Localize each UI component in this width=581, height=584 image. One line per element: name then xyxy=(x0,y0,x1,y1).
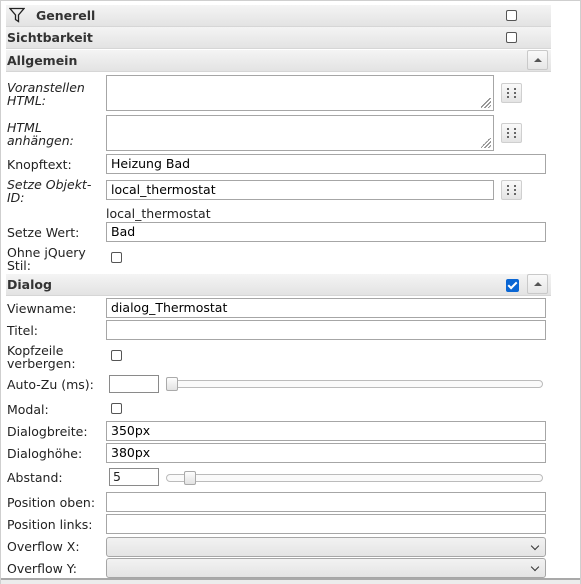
no-jquery-label: Ohne jQuery Stil: xyxy=(7,245,86,273)
collapse-button[interactable] xyxy=(527,50,548,70)
hide-header-checkbox[interactable] xyxy=(111,350,122,361)
section-sichtbarkeit[interactable]: Sichtbarkeit xyxy=(6,27,551,49)
edit-icon xyxy=(507,128,516,138)
bottom-divider xyxy=(1,578,580,584)
button-text-input[interactable]: Heizung Bad xyxy=(106,154,546,174)
section-dialog[interactable]: Dialog xyxy=(6,274,551,296)
viewname-input[interactable]: dialog_Thermostat xyxy=(106,298,546,318)
object-id-resolved-text: local_thermostat xyxy=(106,206,211,221)
dialog-width-input[interactable]: 350px xyxy=(106,421,546,441)
append-html-edit-button[interactable] xyxy=(501,123,522,143)
overflow-y-label: Overflow Y: xyxy=(7,561,77,576)
modal-label: Modal: xyxy=(7,402,49,417)
padding-label: Abstand: xyxy=(7,470,63,485)
section-title: Dialog xyxy=(7,277,52,292)
object-id-select-button[interactable] xyxy=(501,180,522,200)
set-value-input[interactable]: Bad xyxy=(106,222,546,242)
set-value-label: Setze Wert: xyxy=(7,225,80,240)
overflow-y-select[interactable] xyxy=(106,558,546,578)
section-title: Allgemein xyxy=(7,53,78,68)
collapse-button[interactable] xyxy=(527,274,548,294)
generell-checkbox[interactable] xyxy=(506,10,517,21)
dialog-width-label: Dialogbreite: xyxy=(7,424,88,439)
padding-input[interactable]: 5 xyxy=(109,468,159,486)
button-text-label: Knopftext: xyxy=(7,157,72,172)
position-top-label: Position oben: xyxy=(7,495,96,510)
overflow-x-select[interactable] xyxy=(106,537,546,557)
title-input[interactable] xyxy=(106,320,546,340)
no-jquery-checkbox[interactable] xyxy=(111,252,122,263)
object-id-input[interactable]: local_thermostat xyxy=(106,180,494,200)
filter-icon xyxy=(9,7,25,23)
viewname-label: Viewname: xyxy=(7,301,77,316)
auto-close-slider-handle[interactable] xyxy=(166,377,178,391)
position-left-label: Position links: xyxy=(7,517,93,532)
append-html-textarea[interactable] xyxy=(106,115,494,151)
append-html-label: HTML anhängen: xyxy=(7,120,74,148)
prepend-html-edit-button[interactable] xyxy=(501,83,522,103)
dialog-height-input[interactable]: 380px xyxy=(106,443,546,463)
position-left-input[interactable] xyxy=(106,514,546,534)
title-label: Titel: xyxy=(7,323,38,338)
object-id-label: Setze Objekt-ID: xyxy=(7,177,92,205)
padding-slider[interactable] xyxy=(166,474,543,482)
resize-grip-icon[interactable] xyxy=(481,98,491,108)
auto-close-label: Auto-Zu (ms): xyxy=(7,377,94,392)
select-id-icon xyxy=(507,185,516,195)
section-allgemein[interactable]: Allgemein xyxy=(6,50,551,72)
modal-checkbox[interactable] xyxy=(111,403,122,414)
properties-panel: Generell Sichtbarkeit Allgemein Voranste… xyxy=(0,0,581,584)
prepend-html-label: Voranstellen HTML: xyxy=(7,80,85,108)
position-top-input[interactable] xyxy=(106,492,546,512)
prepend-html-textarea[interactable] xyxy=(106,75,494,111)
auto-close-input[interactable] xyxy=(109,375,159,393)
overflow-x-label: Overflow X: xyxy=(7,539,80,554)
dialog-height-label: Dialoghöhe: xyxy=(7,446,83,461)
section-generell[interactable]: Generell xyxy=(6,5,551,27)
hide-header-label: Kopfzeile verbergen: xyxy=(7,343,76,371)
auto-close-slider[interactable] xyxy=(166,380,543,388)
sichtbarkeit-checkbox[interactable] xyxy=(506,32,517,43)
edit-icon xyxy=(507,88,516,98)
section-title: Generell xyxy=(36,8,96,23)
padding-slider-handle[interactable] xyxy=(184,471,197,485)
dialog-checkbox[interactable] xyxy=(506,279,519,292)
section-title: Sichtbarkeit xyxy=(7,30,93,45)
chevron-down-icon xyxy=(530,541,540,551)
chevron-down-icon xyxy=(530,562,540,572)
resize-grip-icon[interactable] xyxy=(481,138,491,148)
